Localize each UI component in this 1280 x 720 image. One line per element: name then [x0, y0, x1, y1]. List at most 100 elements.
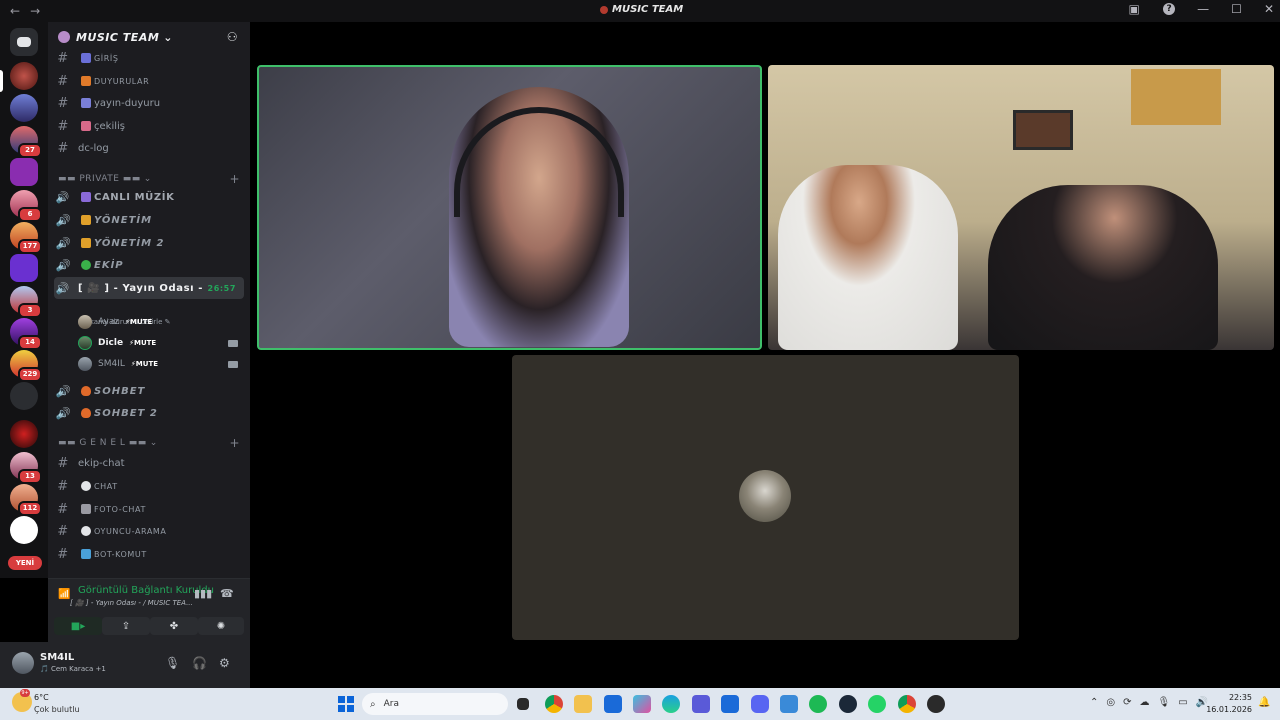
channel-dc-log[interactable]: # dc-log [54, 137, 244, 159]
chevron-up-icon[interactable]: ⌃ [1090, 697, 1098, 708]
voice-user-ayaz[interactable]: Ayaz ⚡MUTE [78, 312, 152, 332]
video-tile-speaking[interactable] [257, 65, 762, 350]
sync-icon[interactable]: ⟳ [1123, 697, 1131, 708]
outlook-icon[interactable] [721, 695, 739, 713]
network-icon[interactable]: ▭ [1178, 697, 1187, 708]
voice-channel-yonetim[interactable]: 🔊 YÖNETİM [54, 209, 244, 231]
notification-icon[interactable]: 🔔 [1258, 697, 1270, 708]
channel-yayin-duyuru[interactable]: # yayın-duyuru [54, 92, 244, 114]
channel-giris[interactable]: # GİRİŞ [54, 47, 244, 69]
voice-channel-ekip[interactable]: 🔊 EKİP [54, 254, 244, 276]
signal-icon[interactable]: 📶 [58, 589, 70, 600]
voice-channel-yonetim-2[interactable]: 🔊 YÖNETİM 2 [54, 232, 244, 254]
minimize-button[interactable]: — [1197, 2, 1209, 16]
windows-start-icon[interactable] [338, 696, 354, 712]
video-tile-avatar-only[interactable] [512, 355, 1019, 640]
channel-duyurular[interactable]: # DUYURULAR [54, 70, 244, 92]
server-icon-7[interactable] [10, 254, 38, 282]
forward-arrow-icon[interactable]: → [30, 4, 40, 18]
task-view-icon[interactable] [517, 698, 529, 710]
chrome-icon[interactable] [545, 695, 563, 713]
channel-oyuncu-arama[interactable]: # OYUNCU-ARAMA [54, 520, 244, 542]
server-icon-2[interactable] [10, 94, 38, 122]
activity-button[interactable]: ✤ [150, 617, 198, 635]
channel-chat[interactable]: # CHAT [54, 475, 244, 497]
voice-channel-canli-muzik[interactable]: 🔊 CANLI MÜZİK [54, 186, 244, 208]
channel-cekilis[interactable]: # çekiliş [54, 115, 244, 137]
spotify-icon[interactable] [809, 695, 827, 713]
remote-desktop-icon[interactable] [780, 695, 798, 713]
category-genel[interactable]: ▬▬ G E N E L ▬▬ ⌄ + [58, 436, 244, 450]
mic-icon[interactable]: 🎙 [165, 656, 180, 670]
inbox-icon[interactable]: ▣ [1127, 2, 1141, 16]
invite-icon[interactable]: ⚇ [227, 30, 238, 44]
tray-app-icon[interactable]: ◎ [1106, 697, 1115, 708]
voice-user-sm4il[interactable]: SM4IL ⚡MUTE [78, 354, 238, 374]
help-icon[interactable]: ? [1163, 3, 1176, 15]
new-servers-badge[interactable]: YENİ [8, 556, 42, 570]
headphones-icon[interactable]: 🎧 [192, 656, 207, 670]
voice-channel-sohbet-2[interactable]: 🔊 SOHBET 2 [54, 402, 244, 424]
channel-foto-chat[interactable]: # FOTO-CHAT [54, 498, 244, 520]
store-icon[interactable] [604, 695, 622, 713]
server-icon-5[interactable]: 6 [10, 190, 42, 222]
voice-channel-path[interactable]: [ 🎥 ] - Yayın Odası - / MUSIC TEA... [70, 599, 193, 607]
file-explorer-icon[interactable] [574, 695, 592, 713]
server-icon-11[interactable] [10, 382, 38, 410]
clock-time[interactable]: 22:35 [1214, 693, 1252, 702]
video-tile-2[interactable] [768, 65, 1274, 350]
channel-label: [ 🎥 ] - Yayın Odası - [78, 282, 203, 294]
server-icon-14[interactable]: 112 [10, 484, 42, 516]
speaker-icon: 🔊 [55, 213, 71, 227]
channel-label: dc-log [78, 142, 109, 154]
maximize-button[interactable]: ☐ [1231, 2, 1242, 16]
obs-icon[interactable] [927, 695, 945, 713]
discord-logo-icon[interactable] [10, 28, 38, 56]
disconnect-icon[interactable]: ☎ [220, 587, 234, 600]
screen-share-button[interactable]: ⇪ [102, 617, 150, 635]
user-name[interactable]: SM4IL [40, 652, 74, 663]
voice-channel-sohbet[interactable]: 🔊 SOHBET [54, 380, 244, 402]
server-icon-10[interactable]: 229 [10, 350, 42, 382]
whatsapp-icon[interactable] [868, 695, 886, 713]
cloud-icon[interactable]: ☁ [1140, 697, 1150, 708]
server-icon-9[interactable]: 14 [10, 318, 42, 350]
teams-icon[interactable] [692, 695, 710, 713]
server-icon-13[interactable]: 13 [10, 452, 42, 484]
add-channel-icon[interactable]: + [229, 172, 240, 186]
taskbar-search[interactable]: ⌕ Ara [362, 693, 508, 715]
camera-button[interactable]: ■▸ [54, 617, 102, 635]
add-channel-icon[interactable]: + [229, 436, 240, 450]
mute-tag: ⚡MUTE [129, 339, 157, 347]
back-arrow-icon[interactable]: ← [10, 4, 20, 18]
copilot-icon[interactable] [633, 695, 651, 713]
settings-icon[interactable]: ⚙ [219, 656, 230, 670]
discord-taskbar-icon[interactable] [751, 695, 769, 713]
soundboard-button[interactable]: ✺ [198, 617, 244, 635]
mention-badge: 14 [18, 335, 42, 350]
server-icon-8[interactable]: 3 [10, 286, 42, 318]
edge-icon[interactable] [662, 695, 680, 713]
chrome-2-icon[interactable] [898, 695, 916, 713]
channel-bot-komut[interactable]: # BOT-KOMUT [54, 543, 244, 565]
close-button[interactable]: ✕ [1264, 2, 1274, 16]
server-icon-12[interactable] [10, 420, 38, 448]
steam-icon[interactable] [839, 695, 857, 713]
weather-icon[interactable]: 9+ [12, 689, 32, 712]
active-server-pill [0, 70, 3, 92]
avatar [78, 315, 92, 329]
category-private[interactable]: ▬▬ PRIVATE ▬▬ ⌄ + [58, 172, 244, 186]
voice-user-dicle[interactable]: Dicle ⚡MUTE [78, 333, 238, 353]
mic-tray-icon[interactable]: 🎙 [1158, 697, 1171, 708]
channel-ekip-chat[interactable]: # ekip-chat [54, 452, 244, 474]
channel-label: OYUNCU-ARAMA [94, 526, 167, 536]
server-icon-music-team[interactable] [10, 62, 38, 90]
clock-date[interactable]: 16.01.2026 [1206, 705, 1252, 714]
voice-channel-yayin-odasi[interactable]: 🔊 [ 🎥 ] - Yayın Odası - 26:57 [54, 277, 244, 299]
avatar[interactable] [12, 652, 34, 674]
server-icon-3[interactable]: 27 [10, 126, 42, 158]
noise-icon[interactable]: ▮▮▮ [194, 587, 212, 600]
server-icon-15[interactable] [10, 516, 38, 544]
server-icon-6[interactable]: 177 [10, 222, 42, 254]
server-icon-4[interactable] [10, 158, 38, 186]
